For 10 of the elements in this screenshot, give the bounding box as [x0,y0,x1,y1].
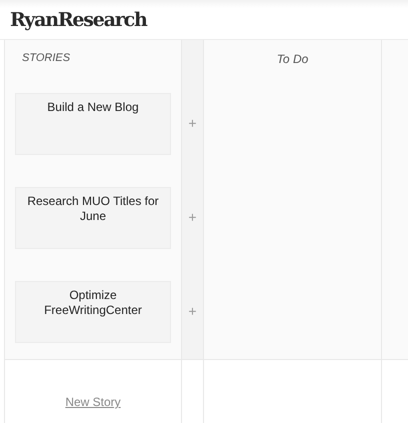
add-task-button[interactable]: + [188,303,197,319]
story-card[interactable]: Build a New Blog [15,93,171,155]
column-heading: To Do [276,52,308,66]
story-card[interactable]: Optimize FreeWritingCenter [15,281,171,343]
add-task-button[interactable]: + [188,209,197,225]
new-story-link[interactable]: New Story [65,395,121,409]
column-heading: STORIES [22,52,70,64]
add-task-button[interactable]: + [188,115,197,131]
story-card[interactable]: Research MUO Titles for June [15,187,171,249]
logo: RyanResearch [10,8,147,30]
